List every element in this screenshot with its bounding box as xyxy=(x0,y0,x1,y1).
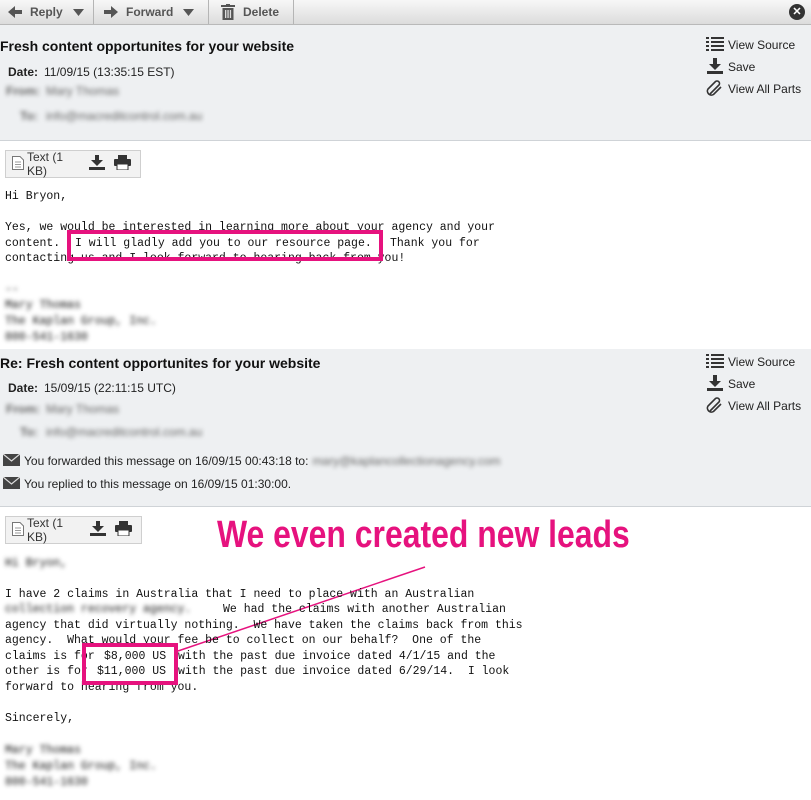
message2-line7: forward to hearing from you. xyxy=(5,681,199,694)
message2-line2-blur: collection recovery agency. xyxy=(5,603,192,616)
message2-greeting: Hi Bryon, xyxy=(5,557,68,570)
message2-line6-amount: $11,000 US xyxy=(97,665,167,678)
message2-sig1: Mary Thomas xyxy=(5,744,81,757)
message2-line3: agency that did virtually nothing. We ha… xyxy=(5,619,523,632)
message2-line5-amount: $8,000 US xyxy=(104,650,167,663)
message2-sig3: 800-541-1630 xyxy=(5,776,88,789)
message2-closing: Sincerely, xyxy=(5,712,75,725)
message2-sig2: The Kaplan Group, Inc. xyxy=(5,760,157,773)
message2-line6-end: with the past due invoice dated 6/29/14.… xyxy=(178,665,510,678)
message2-line6-start: other is for xyxy=(5,665,88,678)
message2-line4: agency. What would your fee be to collec… xyxy=(5,634,482,647)
message2-line2-end: We had the claims with another Australia… xyxy=(223,603,506,616)
message2-line1: I have 2 claims in Australia that I need… xyxy=(5,588,475,601)
message2-line5-start: claims is for xyxy=(5,650,95,663)
message2-line5-end: with the past due invoice dated 4/1/15 a… xyxy=(178,650,496,663)
